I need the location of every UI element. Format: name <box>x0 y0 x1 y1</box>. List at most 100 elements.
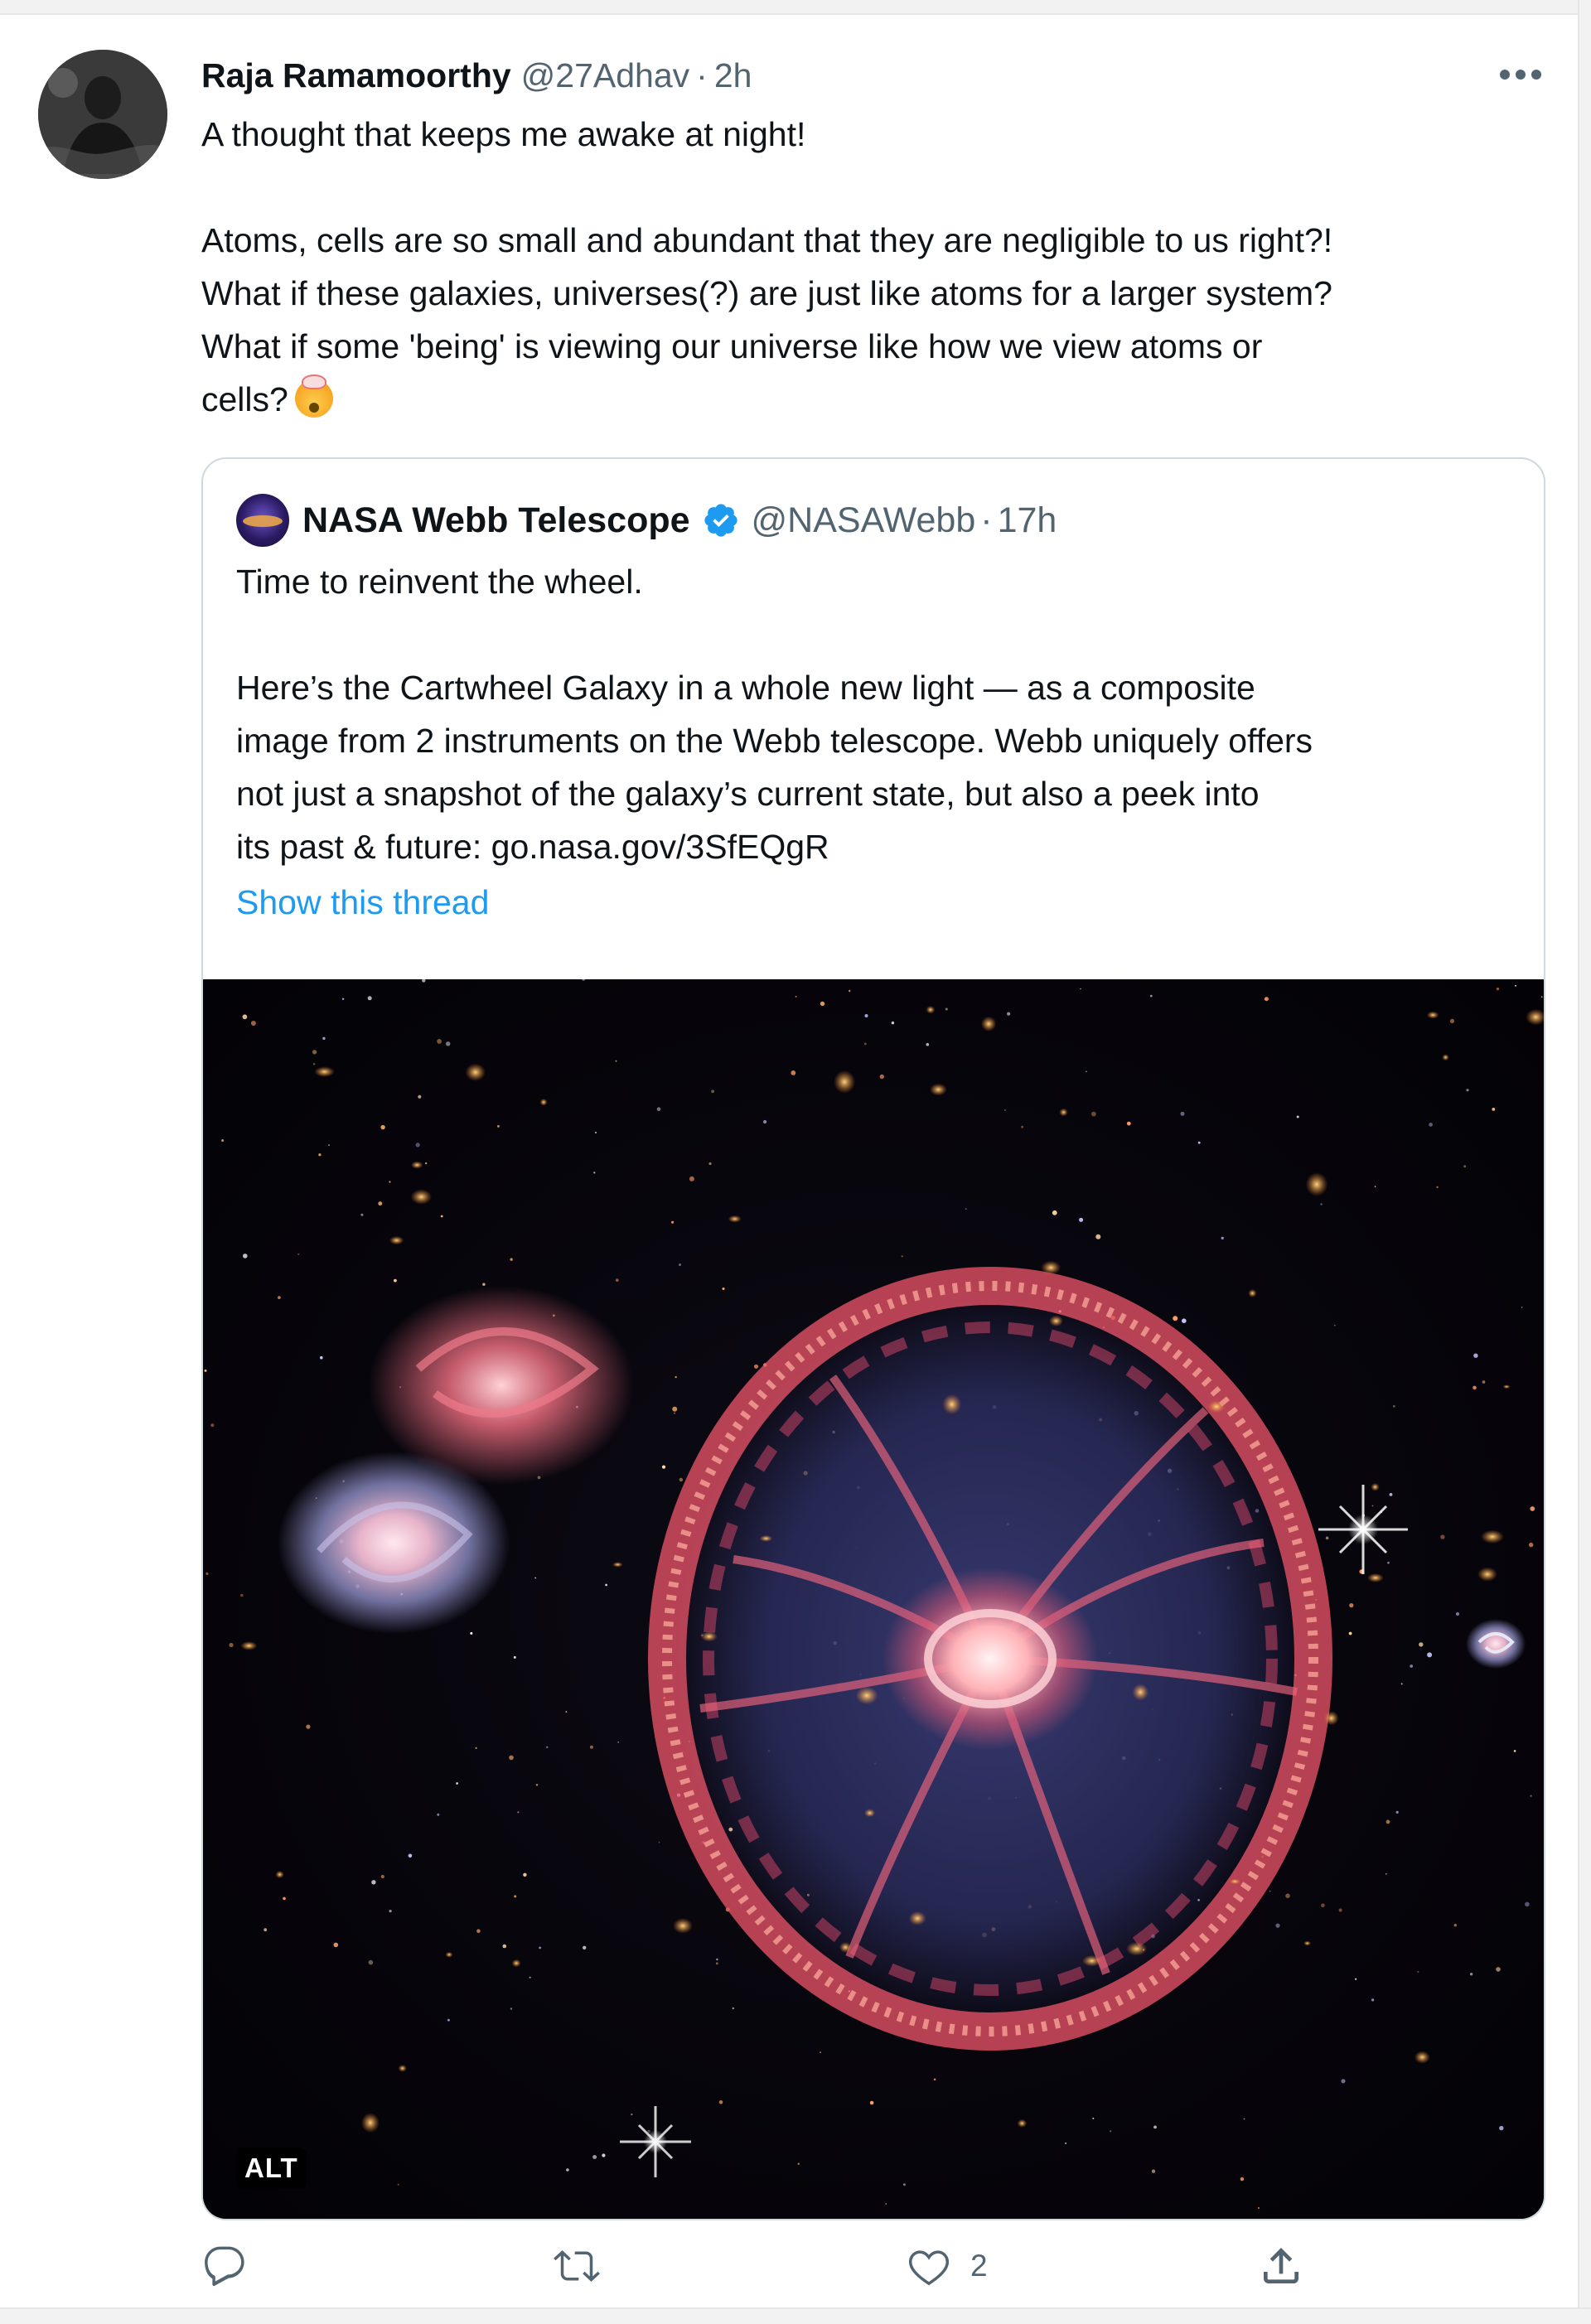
orange-galaxy <box>673 1918 693 1934</box>
orange-galaxy <box>942 1394 962 1415</box>
orange-galaxy <box>1367 1573 1384 1582</box>
background-star <box>371 1880 376 1885</box>
background-star <box>446 1041 451 1046</box>
background-star <box>1086 1070 1087 1073</box>
retweet-icon <box>554 2250 600 2282</box>
background-star <box>240 1593 244 1597</box>
background-star <box>447 2018 450 2022</box>
background-star <box>1410 1664 1414 1668</box>
orange-galaxy <box>929 1083 947 1096</box>
background-star <box>322 1036 326 1040</box>
background-star <box>1417 1970 1419 1973</box>
background-star <box>1385 1873 1387 1875</box>
share-button[interactable] <box>1258 2237 1323 2295</box>
background-star <box>1275 1923 1280 1928</box>
background-star <box>1095 1234 1101 1239</box>
background-star <box>1221 1236 1224 1239</box>
show-thread-link[interactable]: Show this thread <box>236 883 489 922</box>
background-star <box>722 1288 725 1290</box>
background-star <box>1440 1534 1445 1539</box>
reply-button[interactable] <box>201 2237 266 2295</box>
tweet-header: Raja Ramamoorthy @27Adhav · 2h <box>201 55 752 96</box>
retweet-button[interactable] <box>554 2237 618 2295</box>
background-star <box>1385 1819 1390 1824</box>
orange-galaxy <box>1132 1684 1149 1701</box>
quote-line: Time to reinvent the wheel. <box>236 563 643 601</box>
background-star <box>1341 2079 1346 2084</box>
avatar[interactable] <box>38 50 167 179</box>
background-star <box>437 1039 442 1044</box>
background-star <box>509 1755 514 1761</box>
background-star <box>380 1874 384 1879</box>
background-star <box>1513 1750 1516 1752</box>
background-star <box>1325 1536 1329 1540</box>
share-icon <box>1264 2248 1298 2283</box>
orange-galaxy <box>1248 1288 1257 1297</box>
like-button[interactable]: 2 <box>906 2237 988 2295</box>
orange-galaxy <box>1041 1260 1061 1275</box>
background-star <box>1463 1165 1467 1168</box>
quoted-tweet-card[interactable]: NASA Webb Telescope @NASAWebb · 17h Time… <box>201 457 1545 2220</box>
quote-line: image from 2 instruments on the Webb tel… <box>236 722 1313 760</box>
background-star <box>502 1944 507 1949</box>
quoted-author-handle[interactable]: @NASAWebb <box>752 500 976 541</box>
background-star <box>510 2008 513 2010</box>
quoted-tweet-text: Time to reinvent the wheel. Here’s the C… <box>236 555 1529 873</box>
background-star <box>482 1283 486 1286</box>
background-star <box>797 2162 800 2165</box>
orange-galaxy <box>1229 1878 1241 1885</box>
background-star <box>1393 1405 1395 1408</box>
orange-galaxy <box>1081 1954 1102 1967</box>
background-star <box>565 1711 568 1713</box>
background-star <box>1197 1141 1201 1144</box>
orange-galaxy <box>1303 1940 1311 1946</box>
tweet-line: A thought that keeps me awake at night! <box>201 115 806 153</box>
background-star <box>278 1296 281 1299</box>
reply-icon <box>205 2246 244 2287</box>
background-star <box>1453 1924 1458 1927</box>
orange-galaxy <box>839 1942 852 1953</box>
more-options-icon[interactable] <box>1492 55 1550 94</box>
orange-galaxy <box>834 1070 856 1094</box>
right-divider <box>1578 0 1591 2324</box>
background-star <box>440 1215 443 1218</box>
orange-galaxy <box>864 1809 876 1818</box>
alt-text-badge[interactable]: ALT <box>236 2148 307 2189</box>
background-star <box>1320 1203 1323 1205</box>
background-star <box>679 1263 681 1266</box>
background-star <box>523 1872 527 1877</box>
quote-line: not just a snapshot of the galaxy’s curr… <box>236 775 1260 813</box>
quoted-tweet-timestamp[interactable]: 17h <box>998 500 1057 541</box>
author-name[interactable]: Raja Ramamoorthy <box>201 56 511 95</box>
background-star <box>415 1143 420 1148</box>
quoted-author-name[interactable]: NASA Webb Telescope <box>302 500 690 541</box>
background-star <box>1455 1611 1460 1616</box>
orange-galaxy <box>360 2113 380 2133</box>
quoted-author-avatar[interactable] <box>236 494 289 547</box>
background-star <box>1466 1089 1469 1092</box>
background-star <box>380 1124 385 1130</box>
separator-dot: · <box>696 56 708 94</box>
background-star <box>1348 1631 1352 1635</box>
background-star <box>903 2183 906 2186</box>
background-star <box>1182 1318 1187 1323</box>
background-star <box>615 1060 617 1062</box>
background-star <box>250 1021 256 1026</box>
tweet-timestamp[interactable]: 2h <box>714 56 752 95</box>
background-star <box>1427 1652 1433 1658</box>
background-star <box>1180 1111 1185 1116</box>
tweet-line: Atoms, cells are so small and abundant t… <box>201 221 1333 259</box>
author-handle[interactable]: @27Adhav <box>521 56 689 95</box>
background-star <box>1469 1973 1473 1976</box>
orange-galaxy <box>1323 1711 1339 1726</box>
galaxy-image[interactable]: ALT <box>203 979 1544 2219</box>
background-star <box>312 1050 317 1055</box>
background-star <box>1530 1506 1535 1511</box>
quote-line: its past & future: go.nasa.gov/3SfEQgR <box>236 828 829 866</box>
background-star <box>1521 1307 1523 1308</box>
background-star <box>715 1962 718 1965</box>
background-star <box>397 2183 399 2186</box>
background-star <box>1321 1903 1325 1908</box>
background-star <box>513 1655 516 1659</box>
background-star <box>658 1841 660 1843</box>
